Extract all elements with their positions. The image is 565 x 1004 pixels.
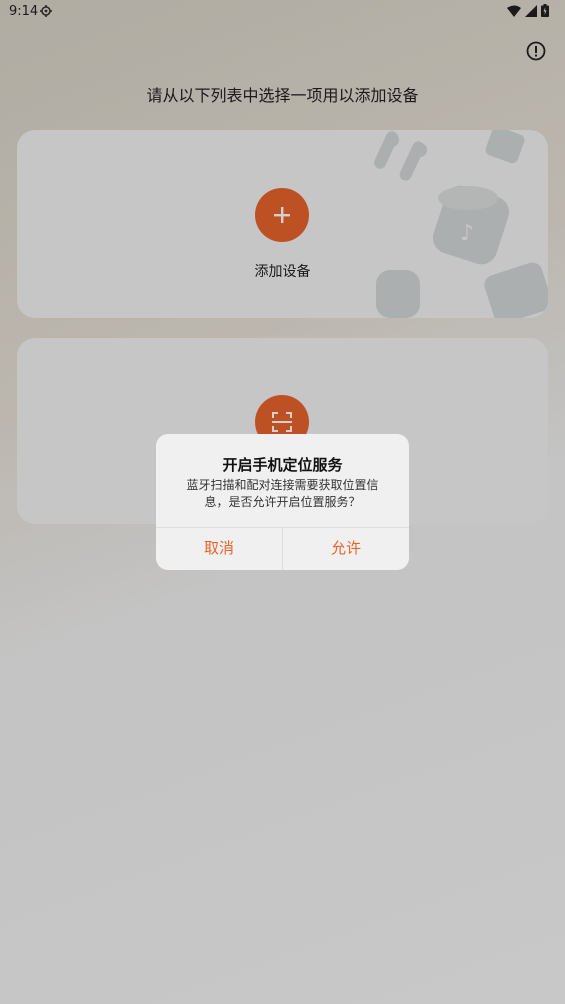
cancel-button[interactable]: 取消 bbox=[156, 527, 282, 570]
allow-button[interactable]: 允许 bbox=[283, 527, 409, 570]
dialog-title: 开启手机定位服务 bbox=[222, 456, 343, 474]
dialog-message: 蓝牙扫描和配对连接需要获取位置信息，是否允许开启位置服务？ bbox=[186, 478, 379, 509]
location-permission-dialog: 开启手机定位服务 蓝牙扫描和配对连接需要获取位置信息，是否允许开启位置服务？ 取… bbox=[156, 434, 409, 570]
